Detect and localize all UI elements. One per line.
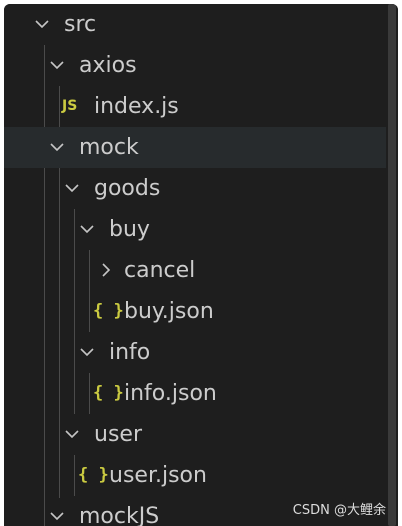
json-file-icon: { }: [93, 301, 124, 321]
tree-item-info[interactable]: info: [4, 332, 386, 373]
chevron-down-icon: [77, 219, 97, 239]
folder-label: goods: [94, 176, 161, 201]
tree-item-src[interactable]: src: [4, 4, 386, 45]
folder-label: mockJS: [79, 504, 160, 526]
folder-label: cancel: [124, 258, 196, 283]
tree-item-index-js[interactable]: JS index.js: [4, 86, 386, 127]
file-label: info.json: [124, 381, 217, 406]
tree-item-buy-json[interactable]: { } buy.json: [4, 291, 386, 332]
javascript-file-icon: JS: [62, 98, 78, 114]
folder-label: src: [64, 12, 97, 37]
folder-label: user: [94, 422, 142, 447]
tree-item-user-json[interactable]: { } user.json: [4, 455, 386, 496]
scrollbar-thumb[interactable]: [388, 4, 396, 526]
vertical-scrollbar[interactable]: [386, 4, 398, 526]
file-label: buy.json: [124, 299, 214, 324]
tree-item-buy[interactable]: buy: [4, 209, 386, 250]
tree-item-user[interactable]: user: [4, 414, 386, 455]
folder-label: info: [109, 340, 151, 365]
tree-item-info-json[interactable]: { } info.json: [4, 373, 386, 414]
folder-label: axios: [79, 53, 137, 78]
tree-item-mock[interactable]: mock: [4, 127, 386, 168]
chevron-down-icon: [77, 342, 97, 362]
chevron-right-icon: [96, 260, 116, 280]
file-label: user.json: [109, 463, 207, 488]
tree-item-axios[interactable]: axios: [4, 45, 386, 86]
chevron-down-icon: [47, 55, 67, 75]
folder-label: mock: [79, 135, 139, 160]
folder-label: buy: [109, 217, 150, 242]
tree-item-goods[interactable]: goods: [4, 168, 386, 209]
chevron-down-icon: [62, 178, 82, 198]
json-file-icon: { }: [78, 465, 109, 485]
file-explorer: src axios JS index.js mock goods buy can…: [4, 4, 386, 526]
chevron-down-icon: [47, 506, 67, 526]
chevron-down-icon: [47, 137, 67, 157]
file-label: index.js: [94, 94, 179, 119]
watermark: CSDN @大鲤余: [292, 503, 386, 518]
chevron-down-icon: [62, 424, 82, 444]
json-file-icon: { }: [93, 383, 124, 403]
editor-frame: src axios JS index.js mock goods buy can…: [4, 4, 398, 526]
tree-item-cancel[interactable]: cancel: [4, 250, 386, 291]
chevron-down-icon: [32, 14, 52, 34]
